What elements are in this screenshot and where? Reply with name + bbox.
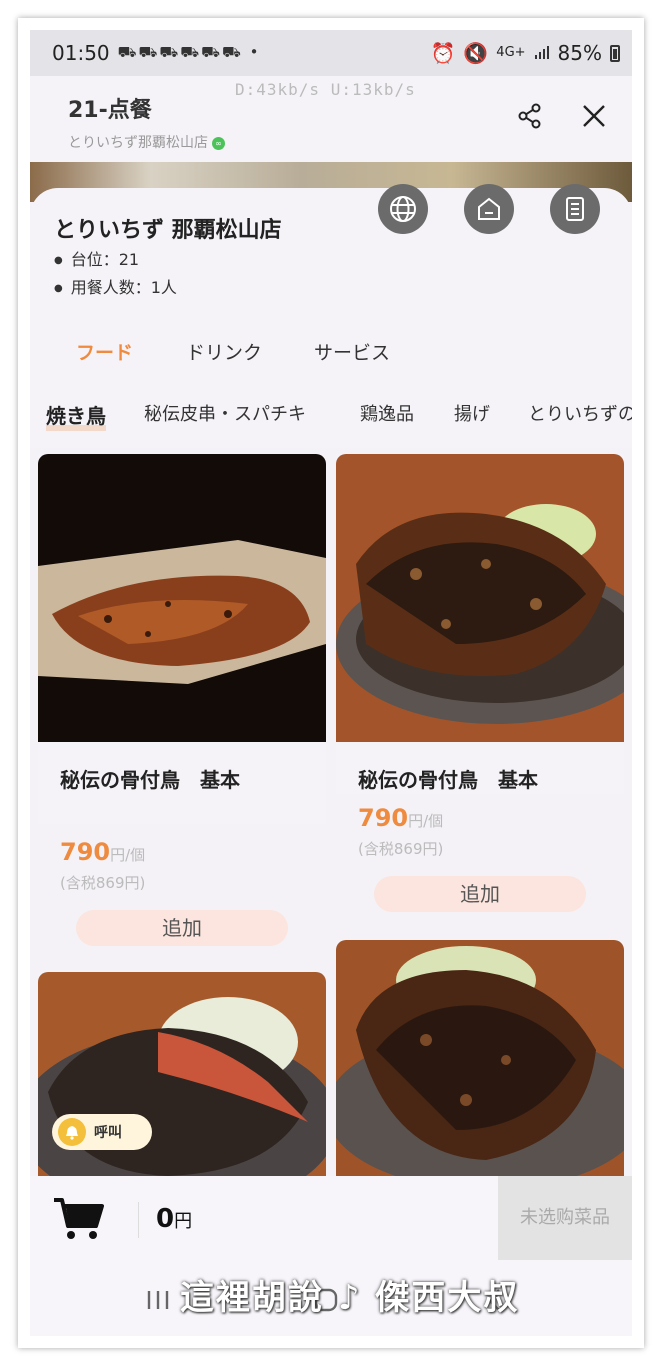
category-yakitori[interactable]: 焼き鳥 xyxy=(46,400,106,431)
product-image xyxy=(38,454,326,742)
network-speed-overlay: D:43kb/s U:13kb/s xyxy=(235,80,416,99)
watermark-text: 這裡胡說 ♪ 傑西大叔 xyxy=(180,1278,520,1318)
call-waiter-label: 呼叫 xyxy=(94,1125,122,1141)
product-price: 790円/個 xyxy=(60,838,145,866)
share-button[interactable] xyxy=(512,98,548,134)
product-card[interactable] xyxy=(336,940,624,1176)
cart-total: 0円 xyxy=(156,1204,192,1234)
price-unit: 円/個 xyxy=(408,812,444,830)
category-bar: 焼き鳥 秘伝皮串・スパチキ 鶏逸品 揚げ とりいちずの xyxy=(30,394,632,434)
category-toriichizu[interactable]: とりいちずの xyxy=(528,400,632,426)
bell-icon xyxy=(58,1118,86,1146)
app-header: D:43kb/s U:13kb/s 21-点餐 とりいちず那覇松山店 ∞ xyxy=(30,76,632,162)
status-bar: 01:50 ⛟⛟⛟⛟⛟⛟ • ⏰ 🔇 4G+ 85% xyxy=(30,30,632,76)
page-subtitle: とりいちず那覇松山店 ∞ xyxy=(68,132,225,152)
close-button[interactable] xyxy=(576,98,612,134)
battery-text: 85% xyxy=(557,41,602,65)
category-skin-skewer[interactable]: 秘伝皮串・スパチキ xyxy=(144,400,306,426)
subtitle-text: とりいちず那覇松山店 xyxy=(68,135,208,151)
page-title: 21-点餐 xyxy=(68,98,152,123)
cart-total-value: 0 xyxy=(156,1204,175,1234)
mini-program-icon: ∞ xyxy=(212,136,225,150)
product-card[interactable]: 秘伝の骨付鳥 基本 xyxy=(336,454,624,794)
cart-icon xyxy=(54,1198,104,1239)
language-button[interactable] xyxy=(378,184,428,234)
order-list-button[interactable] xyxy=(550,184,600,234)
product-image xyxy=(336,454,624,742)
alarm-icon: ⏰ xyxy=(430,41,456,65)
home-button[interactable] xyxy=(464,184,514,234)
product-name: 秘伝の骨付鳥 基本 xyxy=(60,768,240,792)
signal-icon xyxy=(534,41,550,65)
add-to-cart-button[interactable]: 追加 xyxy=(374,876,586,912)
price-with-tax: (含税869円) xyxy=(358,840,444,858)
product-name: 秘伝の骨付鳥 基本 xyxy=(358,768,538,792)
category-fried[interactable]: 揚げ xyxy=(454,400,490,426)
close-icon xyxy=(583,105,605,127)
price-value: 790 xyxy=(358,804,409,832)
battery-icon xyxy=(610,44,620,62)
call-waiter-button[interactable]: 呼叫 xyxy=(52,1114,152,1150)
phone-screen: 01:50 ⛟⛟⛟⛟⛟⛟ • ⏰ 🔇 4G+ 85% D:43kb/s U:13… xyxy=(30,30,632,1336)
table-number: 台位：21 xyxy=(54,246,139,270)
cart-currency: 円 xyxy=(174,1211,193,1232)
product-price: 790円/個 xyxy=(358,804,443,832)
menu-tabs: フード ドリンク サービス xyxy=(30,330,632,374)
guest-count: 用餐人数：1人 xyxy=(54,274,177,298)
category-specialty[interactable]: 鶏逸品 xyxy=(360,400,414,426)
globe-icon xyxy=(390,196,416,222)
tab-drink[interactable]: ドリンク xyxy=(186,338,262,365)
tab-service[interactable]: サービス xyxy=(314,338,390,365)
cart-bar: 0円 未选购菜品 xyxy=(30,1176,632,1262)
recent-apps-icon xyxy=(147,1291,169,1309)
price-with-tax: (含税869円) xyxy=(60,874,146,892)
price-unit: 円/個 xyxy=(110,846,146,864)
notification-icons: ⛟⛟⛟⛟⛟⛟ • xyxy=(117,43,261,61)
checkout-button[interactable]: 未选购菜品 xyxy=(498,1176,632,1260)
home-icon xyxy=(478,197,500,220)
store-name: とりいちず 那覇松山店 xyxy=(54,218,282,243)
product-card[interactable]: 秘伝の骨付鳥 基本 xyxy=(38,454,326,824)
recent-apps-button[interactable] xyxy=(138,1280,178,1320)
status-time: 01:50 xyxy=(52,41,110,65)
tab-food[interactable]: フード xyxy=(76,338,133,365)
add-to-cart-button[interactable]: 追加 xyxy=(76,910,288,946)
share-icon xyxy=(518,103,541,129)
price-value: 790 xyxy=(60,838,111,866)
cart-button[interactable] xyxy=(52,1196,104,1242)
status-right: ⏰ 🔇 4G+ 85% xyxy=(430,41,620,65)
cart-divider xyxy=(138,1202,139,1238)
receipt-icon xyxy=(566,197,584,221)
mute-icon: 🔇 xyxy=(463,41,489,65)
network-4g-indicator: 4G+ xyxy=(496,45,526,60)
product-image xyxy=(336,940,624,1176)
